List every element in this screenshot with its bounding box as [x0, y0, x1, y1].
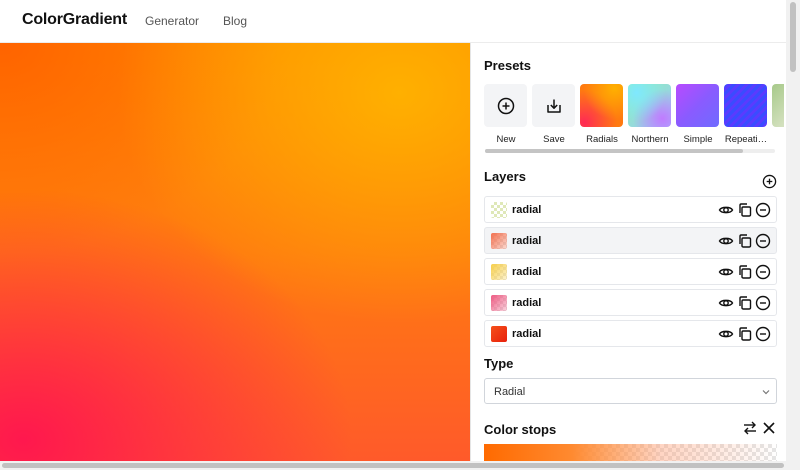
- presets-scrollbar-thumb[interactable]: [485, 149, 743, 153]
- remove-icon[interactable]: [755, 233, 771, 249]
- layer-row[interactable]: radial: [484, 258, 777, 285]
- vertical-scrollbar[interactable]: [786, 0, 800, 461]
- preset-simple-thumb[interactable]: [676, 84, 719, 127]
- preset-label: Repeati…: [724, 134, 768, 145]
- preset-northern-thumb[interactable]: [628, 84, 671, 127]
- download-tray-icon: [546, 99, 561, 113]
- preset-repeating[interactable]: Repeati…: [724, 84, 768, 145]
- preset-partial-thumb[interactable]: [772, 84, 784, 127]
- horizontal-scrollbar[interactable]: [0, 461, 800, 470]
- preset-label: New: [496, 134, 516, 145]
- preset-label: Northern: [631, 134, 669, 145]
- swap-arrows-icon[interactable]: [742, 420, 758, 436]
- layer-swatch: [491, 295, 507, 311]
- presets-title: Presets: [484, 58, 531, 73]
- preset-new-thumb[interactable]: [484, 84, 527, 127]
- preset-partial[interactable]: P: [772, 84, 784, 145]
- copy-icon[interactable]: [737, 295, 753, 311]
- layer-swatch: [491, 264, 507, 280]
- eye-icon[interactable]: [718, 295, 734, 311]
- eye-icon[interactable]: [718, 233, 734, 249]
- preset-radials-thumb[interactable]: [580, 84, 623, 127]
- type-select-value: Radial: [494, 386, 526, 398]
- preset-new[interactable]: New: [484, 84, 528, 145]
- type-select[interactable]: Radial: [484, 378, 777, 404]
- type-title: Type: [484, 356, 514, 371]
- remove-icon[interactable]: [755, 202, 771, 218]
- preset-save[interactable]: Save: [532, 84, 576, 145]
- nav-generator[interactable]: Generator: [145, 14, 199, 28]
- gradient-preview: [0, 43, 470, 461]
- preset-save-thumb[interactable]: [532, 84, 575, 127]
- layer-name: radial: [512, 328, 542, 340]
- remove-icon[interactable]: [755, 295, 771, 311]
- eye-icon[interactable]: [718, 202, 734, 218]
- eye-icon[interactable]: [718, 326, 734, 342]
- horizontal-scrollbar-thumb[interactable]: [2, 463, 784, 468]
- preset-label: Save: [543, 134, 565, 145]
- preset-label: Simple: [683, 134, 713, 145]
- layer-name: radial: [512, 204, 542, 216]
- chevron-down-icon: [762, 390, 770, 395]
- preset-simple[interactable]: Simple: [676, 84, 720, 145]
- layer-name: radial: [512, 266, 542, 278]
- presets-scrollbar[interactable]: [485, 149, 775, 153]
- layers-title: Layers: [484, 169, 526, 184]
- add-layer-icon[interactable]: [762, 174, 777, 189]
- preset-repeating-thumb[interactable]: [724, 84, 767, 127]
- layer-name: radial: [512, 297, 542, 309]
- logo[interactable]: ColorGradient: [22, 11, 127, 29]
- color-stops-title: Color stops: [484, 422, 557, 437]
- nav-blog[interactable]: Blog: [223, 14, 247, 28]
- copy-icon[interactable]: [737, 264, 753, 280]
- preset-radials[interactable]: Radials: [580, 84, 624, 145]
- close-icon[interactable]: [761, 420, 777, 436]
- layer-row[interactable]: radial: [484, 196, 777, 223]
- remove-icon[interactable]: [755, 326, 771, 342]
- copy-icon[interactable]: [737, 202, 753, 218]
- preset-label: P: [772, 134, 784, 145]
- top-header: ColorGradient Generator Blog: [0, 0, 800, 43]
- layer-swatch: [491, 202, 507, 218]
- copy-icon[interactable]: [737, 233, 753, 249]
- color-stops-bar[interactable]: [484, 444, 777, 461]
- layer-name: radial: [512, 235, 542, 247]
- copy-icon[interactable]: [737, 326, 753, 342]
- plus-circle-icon: [497, 97, 514, 114]
- settings-panel: Presets New Save Radials Northern Simple…: [470, 43, 786, 461]
- preset-northern[interactable]: Northern: [628, 84, 672, 145]
- layer-row[interactable]: radial: [484, 289, 777, 316]
- layer-row[interactable]: radial: [484, 227, 777, 254]
- preset-label: Radials: [586, 134, 618, 145]
- layer-row[interactable]: radial: [484, 320, 777, 347]
- vertical-scrollbar-thumb[interactable]: [790, 2, 796, 72]
- remove-icon[interactable]: [755, 264, 771, 280]
- presets-row: New Save Radials Northern Simple Repeati…: [484, 84, 784, 152]
- layer-swatch: [491, 233, 507, 249]
- eye-icon[interactable]: [718, 264, 734, 280]
- layer-swatch: [491, 326, 507, 342]
